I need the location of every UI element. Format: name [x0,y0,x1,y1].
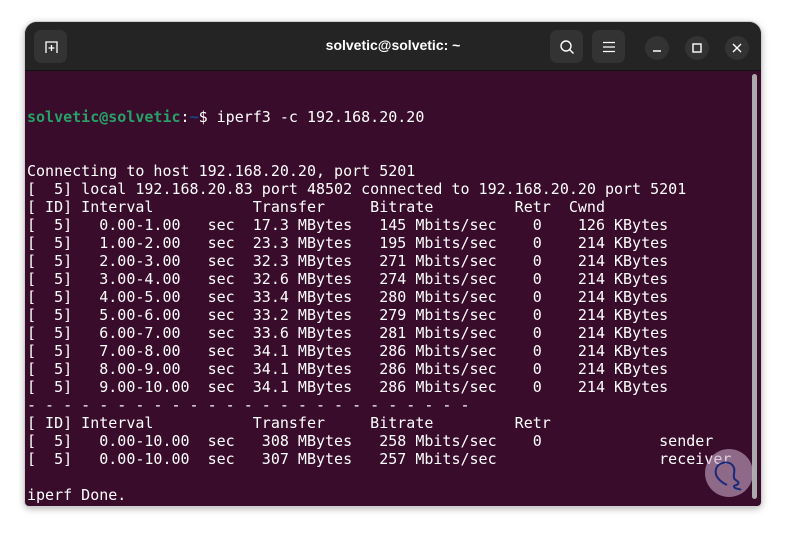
minimize-icon [653,50,661,52]
output-line: iperf Done. [27,486,127,504]
terminal-window: solvetic@solvetic: ~ solvetic@solvetic:~… [25,22,761,506]
menu-button[interactable] [592,30,625,63]
prompt-user: solvetic@solvetic [27,108,181,126]
output-line: [ 5] local 192.168.20.83 port 48502 conn… [27,180,687,198]
close-icon [732,43,742,53]
output-line: [ 5] 9.00-10.00 sec 34.1 MBytes 286 Mbit… [27,378,669,396]
output-line: [ 5] 1.00-2.00 sec 23.3 MBytes 195 Mbits… [27,234,669,252]
output-line: [ 5] 6.00-7.00 sec 33.6 MBytes 281 Mbits… [27,324,669,342]
output-line: [ 5] 0.00-10.00 sec 307 MBytes 257 Mbits… [27,450,732,468]
terminal-output[interactable]: solvetic@solvetic:~$ iperf3 -c 192.168.2… [27,71,749,506]
hamburger-icon [602,41,615,52]
output-line: [ 5] 5.00-6.00 sec 33.2 MBytes 279 Mbits… [27,306,669,324]
output-line: [ 5] 8.00-9.00 sec 34.1 MBytes 286 Mbits… [27,360,669,378]
prompt-path: ~ [189,108,199,126]
command-line: solvetic@solvetic:~$ iperf3 -c 192.168.2… [27,108,749,126]
watermark-logo [705,449,753,497]
solvetic-logo-icon [714,461,742,491]
output-line: [ 5] 4.00-5.00 sec 33.4 MBytes 280 Mbits… [27,288,669,306]
command-text: iperf3 -c 192.168.20.20 [216,108,425,126]
output-line: [ ID] Interval Transfer Bitrate Retr [27,414,551,432]
prompt-colon: : [180,108,190,126]
minimize-button[interactable] [645,36,669,60]
search-button[interactable] [550,30,583,63]
output-line: Connecting to host 192.168.20.20, port 5… [27,162,416,180]
output-line: [ 5] 0.00-10.00 sec 308 MBytes 258 Mbits… [27,432,714,450]
prompt-dollar: $ [198,108,217,126]
maximize-button[interactable] [685,36,709,60]
header-bar: solvetic@solvetic: ~ [25,22,761,71]
search-icon [559,39,574,54]
scrollbar[interactable] [752,74,757,499]
close-button[interactable] [725,36,749,60]
output-line: - - - - - - - - - - - - - - - - - - - - … [27,396,470,414]
output-line: [ ID] Interval Transfer Bitrate Retr Cwn… [27,198,605,216]
output-line: [ 5] 2.00-3.00 sec 32.3 MBytes 271 Mbits… [27,252,669,270]
output-line: [ 5] 3.00-4.00 sec 32.6 MBytes 274 Mbits… [27,270,669,288]
maximize-icon [692,43,702,53]
output-line: [ 5] 7.00-8.00 sec 34.1 MBytes 286 Mbits… [27,342,669,360]
output-line: [ 5] 0.00-1.00 sec 17.3 MBytes 145 Mbits… [27,216,669,234]
